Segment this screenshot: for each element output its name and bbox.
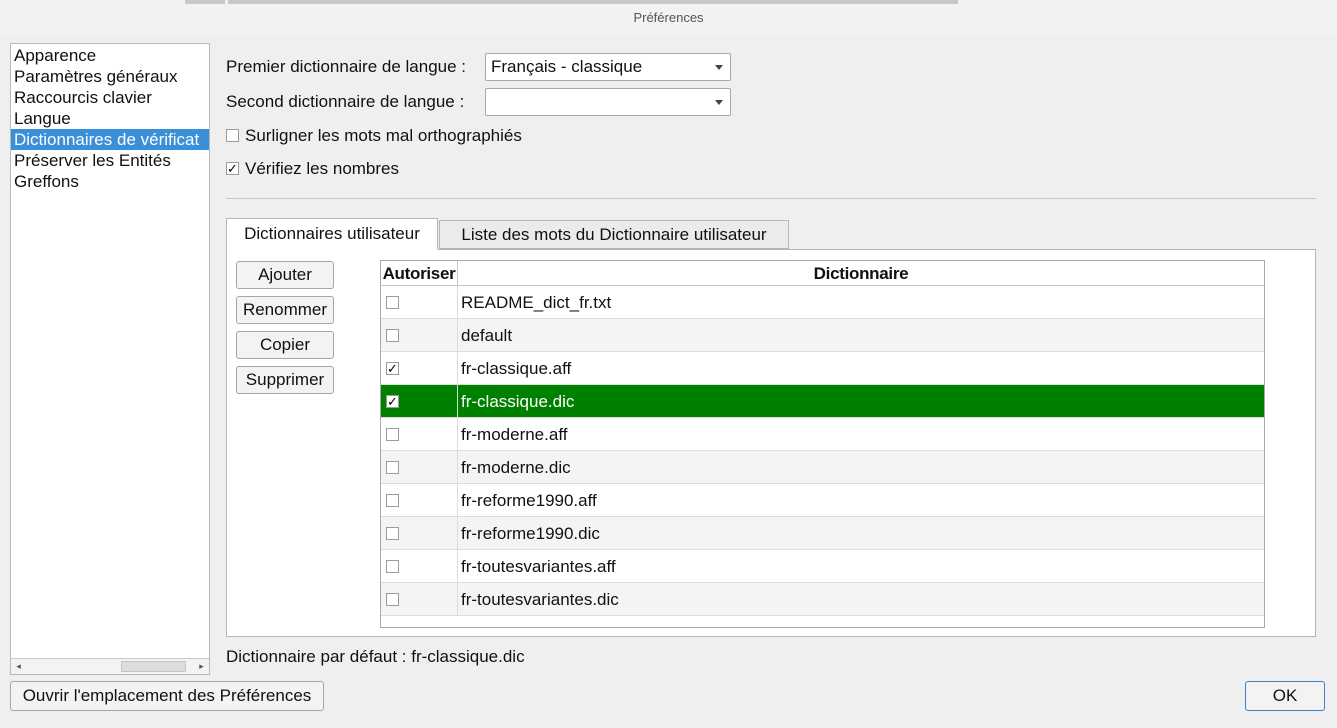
column-header-enable[interactable]: Autoriser xyxy=(381,261,458,286)
enable-checkbox[interactable] xyxy=(386,296,399,309)
primary-dictionary-label: Premier dictionnaire de langue : xyxy=(226,57,467,76)
table-row[interactable]: default xyxy=(381,319,1264,352)
sidebar-item-apparence[interactable]: Apparence xyxy=(14,45,209,66)
table-row[interactable]: fr-reforme1990.dic xyxy=(381,517,1264,550)
enable-checkbox[interactable] xyxy=(386,560,399,573)
table-row[interactable]: fr-moderne.aff xyxy=(381,418,1264,451)
dictionary-name: fr-toutesvariantes.dic xyxy=(461,590,619,609)
primary-dictionary-value: Français - classique xyxy=(491,57,643,76)
dictionary-name: default xyxy=(461,326,513,345)
primary-dictionary-select[interactable]: Français - classique xyxy=(485,53,731,81)
divider xyxy=(226,198,1316,199)
column-header-dictionary[interactable]: Dictionnaire xyxy=(458,261,1264,286)
dictionary-name: fr-classique.aff xyxy=(461,359,572,378)
table-row[interactable]: fr-moderne.dic xyxy=(381,451,1264,484)
dictionary-name: README_dict_fr.txt xyxy=(461,293,612,312)
sidebar-item-parametres[interactable]: Paramètres généraux xyxy=(14,66,209,87)
enable-checkbox[interactable] xyxy=(386,329,399,342)
dictionary-name: fr-reforme1990.aff xyxy=(461,491,597,510)
title-bar-strip xyxy=(228,0,958,4)
check-numbers-label: Vérifiez les nombres xyxy=(245,159,400,178)
table-row[interactable]: ✓ fr-classique.dic xyxy=(381,385,1264,418)
add-button[interactable]: Ajouter xyxy=(236,261,334,289)
sidebar-horizontal-scrollbar[interactable]: ◂ ▸ xyxy=(11,658,209,674)
chevron-down-icon xyxy=(715,65,723,70)
rename-button[interactable]: Renommer xyxy=(236,296,334,324)
delete-button[interactable]: Supprimer xyxy=(236,366,334,394)
scroll-right-icon[interactable]: ▸ xyxy=(194,659,209,674)
tab-user-dictionaries[interactable]: Dictionnaires utilisateur xyxy=(226,218,438,250)
enable-checkbox[interactable] xyxy=(386,527,399,540)
table-row[interactable]: fr-reforme1990.aff xyxy=(381,484,1264,517)
chevron-down-icon xyxy=(715,100,723,105)
enable-checkbox[interactable]: ✓ xyxy=(386,362,399,375)
title-bar-strip xyxy=(185,0,225,4)
highlight-misspelled-label: Surligner les mots mal orthographiés xyxy=(245,126,522,145)
dictionary-name: fr-moderne.dic xyxy=(461,458,571,477)
default-dictionary-status: Dictionnaire par défaut : fr-classique.d… xyxy=(226,647,525,666)
table-row[interactable]: README_dict_fr.txt xyxy=(381,286,1264,319)
dictionary-name: fr-moderne.aff xyxy=(461,425,568,444)
sidebar-item-raccourcis[interactable]: Raccourcis clavier xyxy=(14,87,209,108)
check-numbers-checkbox[interactable]: ✓ xyxy=(226,162,239,175)
table-row[interactable]: fr-toutesvariantes.dic xyxy=(381,583,1264,616)
table-row[interactable]: ✓ fr-classique.aff xyxy=(381,352,1264,385)
table-row[interactable]: fr-toutesvariantes.aff xyxy=(381,550,1264,583)
sidebar-item-langue[interactable]: Langue xyxy=(14,108,209,129)
tab-user-dictionary-words[interactable]: Liste des mots du Dictionnaire utilisate… xyxy=(439,220,789,249)
sidebar: Apparence Paramètres généraux Raccourcis… xyxy=(10,43,210,675)
highlight-misspelled-checkbox[interactable] xyxy=(226,129,239,142)
open-preferences-location-button[interactable]: Ouvrir l'emplacement des Préférences xyxy=(10,681,324,711)
enable-checkbox[interactable] xyxy=(386,428,399,441)
secondary-dictionary-label: Second dictionnaire de langue : xyxy=(226,92,465,111)
enable-checkbox[interactable] xyxy=(386,494,399,507)
dictionary-name: fr-toutesvariantes.aff xyxy=(461,557,616,576)
window-title: Préférences xyxy=(633,10,704,25)
enable-checkbox[interactable]: ✓ xyxy=(386,395,399,408)
title-bar: Préférences xyxy=(0,0,1337,36)
scroll-left-icon[interactable]: ◂ xyxy=(11,659,26,674)
scrollbar-thumb[interactable] xyxy=(121,661,186,672)
dictionary-name: fr-reforme1990.dic xyxy=(461,524,600,543)
enable-checkbox[interactable] xyxy=(386,461,399,474)
copy-button[interactable]: Copier xyxy=(236,331,334,359)
enable-checkbox[interactable] xyxy=(386,593,399,606)
sidebar-item-greffons[interactable]: Greffons xyxy=(14,171,209,192)
dictionary-name: fr-classique.dic xyxy=(461,392,575,411)
sidebar-item-dictionnaires[interactable]: Dictionnaires de vérificat xyxy=(11,129,209,150)
dictionaries-table: Autoriser Dictionnaire README_dict_fr.tx… xyxy=(380,260,1265,628)
sidebar-item-entites[interactable]: Préserver les Entités xyxy=(14,150,209,171)
secondary-dictionary-select[interactable] xyxy=(485,88,731,116)
ok-button[interactable]: OK xyxy=(1245,681,1325,711)
